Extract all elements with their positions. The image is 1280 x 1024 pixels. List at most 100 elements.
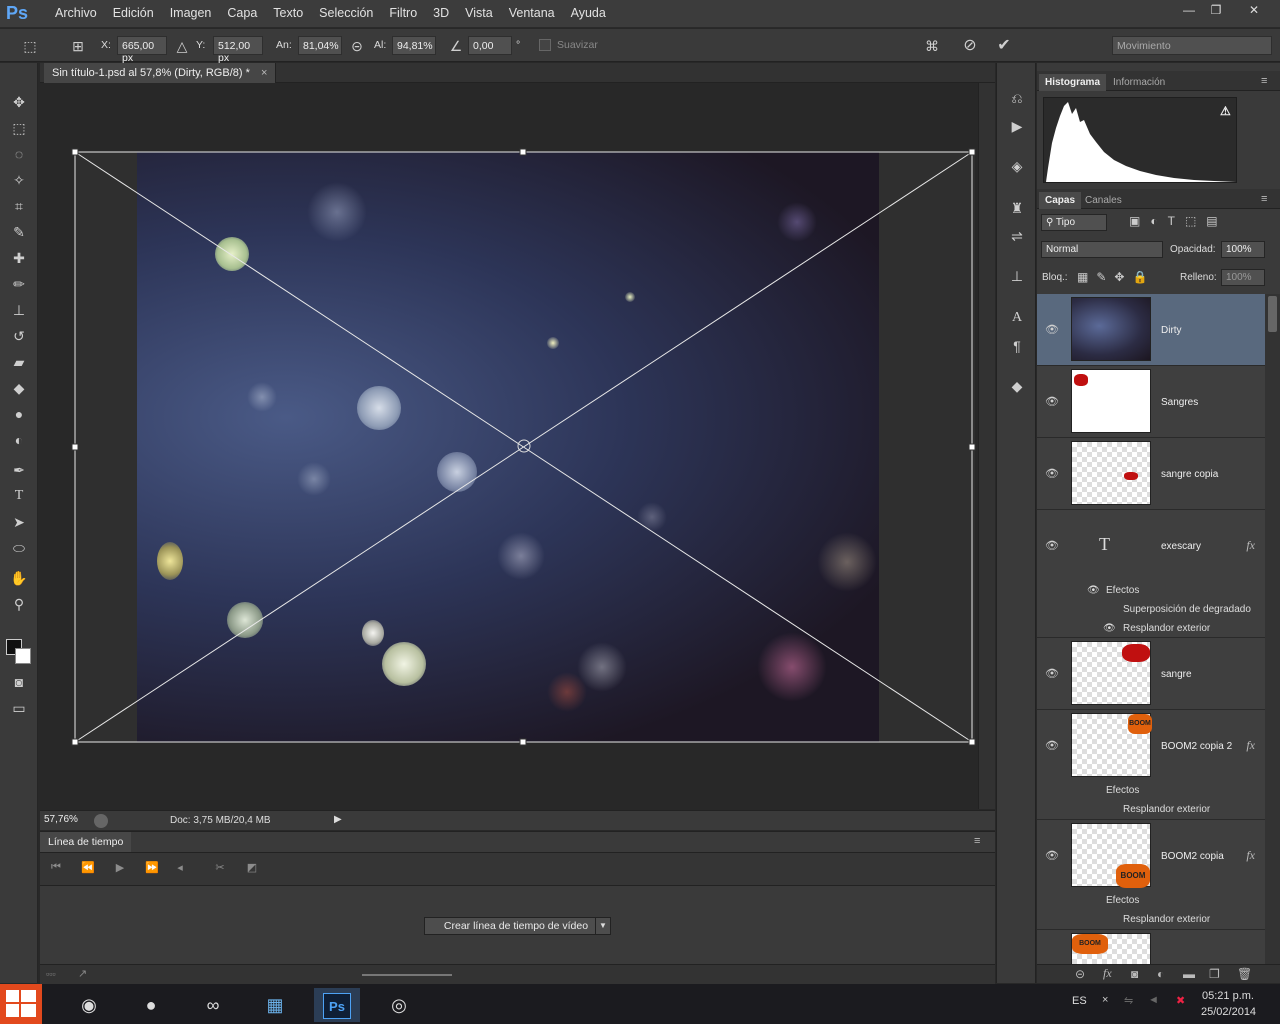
visibility-eye-icon[interactable]: 👁 <box>1045 395 1059 409</box>
visibility-eye-icon[interactable]: 👁 <box>1045 323 1059 337</box>
visibility-eye-icon[interactable]: 👁 <box>1045 849 1059 863</box>
move-tool-icon[interactable]: ✥ <box>8 91 30 113</box>
menu-seleccion[interactable]: Selección <box>311 6 381 20</box>
tray-volume-icon[interactable]: ◄ <box>1148 994 1159 1006</box>
minimize-icon[interactable]: — <box>1178 2 1200 18</box>
play-icon[interactable]: ▶ <box>110 861 130 877</box>
character-icon[interactable]: A <box>1006 307 1028 329</box>
layer-name[interactable]: exescary <box>1161 541 1201 552</box>
close-window-icon[interactable]: ✕ <box>1240 2 1268 18</box>
layer-row-partial[interactable]: BOOM <box>1037 930 1265 964</box>
menu-texto[interactable]: Texto <box>265 6 311 20</box>
effect-gradient-overlay[interactable]: Superposición de degradado <box>1123 604 1251 615</box>
warp-icon[interactable]: ⌘ <box>922 36 942 56</box>
healing-brush-icon[interactable]: ✚ <box>8 247 30 269</box>
menu-ventana[interactable]: Ventana <box>501 6 563 20</box>
layers-menu-icon[interactable]: ≡ <box>1261 193 1267 205</box>
3d-panel-icon[interactable]: ◆ <box>1006 375 1028 397</box>
first-frame-icon[interactable]: ⏮ <box>46 861 66 877</box>
zoom-level[interactable]: 57,76% <box>44 814 88 828</box>
add-mask-icon[interactable]: ◙ <box>1131 967 1138 981</box>
layer-name[interactable]: Sangres <box>1161 397 1198 408</box>
effect-outer-glow[interactable]: Resplandor exterior <box>1123 804 1210 815</box>
cancel-transform-icon[interactable]: ⊘ <box>960 36 980 56</box>
effects-label[interactable]: Efectos <box>1106 785 1139 796</box>
timeline-tab[interactable]: Línea de tiempo <box>40 832 132 852</box>
lasso-tool-icon[interactable]: ◌ <box>8 143 30 165</box>
audio-icon[interactable]: ◂ <box>170 861 190 877</box>
history-icon[interactable]: ⎌ <box>1006 87 1028 109</box>
status-menu-arrow-icon[interactable]: ▶ <box>334 814 342 825</box>
status-info-icon[interactable] <box>94 814 108 828</box>
photoshop-taskbar-icon[interactable]: Ps <box>314 988 360 1022</box>
close-tab-icon[interactable]: × <box>261 67 267 79</box>
link-layers-icon[interactable]: ⊝ <box>1075 967 1085 981</box>
new-group-icon[interactable]: ▬ <box>1183 967 1195 981</box>
tab-informacion[interactable]: Información <box>1107 74 1171 91</box>
workspace-select[interactable]: Movimiento <box>1112 36 1272 55</box>
clock-date[interactable]: 25/02/2014 <box>1201 1006 1256 1018</box>
link-icon[interactable]: ⊝ <box>347 36 367 56</box>
menu-ayuda[interactable]: Ayuda <box>563 6 614 20</box>
lock-position-icon[interactable]: ✥ <box>1114 270 1132 284</box>
eyedropper-icon[interactable]: ✎ <box>8 221 30 243</box>
height-field[interactable]: 94,81% <box>392 36 436 55</box>
bucket-tool-icon[interactable]: ◆ <box>8 377 30 399</box>
transition-icon[interactable]: ◩ <box>242 861 262 877</box>
menu-edicion[interactable]: Edición <box>105 6 162 20</box>
app-speed-icon[interactable]: ◉ <box>66 988 112 1022</box>
transform-tool-icon[interactable]: ⬚ <box>20 36 40 56</box>
menu-filtro[interactable]: Filtro <box>381 6 425 20</box>
create-video-timeline-button[interactable]: Crear línea de tiempo de vídeo <box>424 917 608 935</box>
transform-box[interactable] <box>70 146 980 748</box>
fill-field[interactable]: 100% <box>1221 269 1265 286</box>
app-blob-icon[interactable]: ● <box>128 988 174 1022</box>
tray-alert-icon[interactable]: ✖ <box>1176 994 1185 1007</box>
y-field[interactable]: 512,00 px <box>213 36 263 64</box>
paragraph-icon[interactable]: ¶ <box>1006 335 1028 357</box>
visibility-eye-icon[interactable]: 👁 <box>1045 739 1059 753</box>
blur-tool-icon[interactable]: ● <box>8 403 30 425</box>
canvas-scrollbar[interactable] <box>978 83 995 809</box>
layer-name[interactable]: BOOM2 copia 2 <box>1161 741 1232 752</box>
tool-presets-icon[interactable]: ♜ <box>1006 197 1028 219</box>
quick-mask-icon[interactable]: ◙ <box>8 671 30 693</box>
new-adjustment-icon[interactable]: ◐ <box>1157 967 1164 981</box>
clone-source-icon[interactable]: ⊥ <box>1006 265 1028 287</box>
layer-name[interactable]: sangre <box>1161 669 1192 680</box>
lock-transparency-icon[interactable]: ▦ <box>1077 270 1096 284</box>
next-frame-icon[interactable]: ⏩ <box>142 861 162 877</box>
opacity-field[interactable]: 100% <box>1221 241 1265 258</box>
layer-name[interactable]: BOOM2 copia <box>1161 851 1224 862</box>
filter-adjust-icon[interactable]: ◐ <box>1150 214 1167 228</box>
path-select-icon[interactable]: ➤ <box>8 511 30 533</box>
new-layer-icon[interactable]: ❐ <box>1209 967 1220 981</box>
blend-mode-select[interactable]: Normal <box>1041 241 1163 258</box>
visibility-eye-icon[interactable]: 👁 <box>1045 539 1059 553</box>
effect-outer-glow[interactable]: Resplandor exterior <box>1123 914 1210 925</box>
filter-type-icon[interactable]: T <box>1168 214 1185 228</box>
effects-label[interactable]: Efectos <box>1106 895 1139 906</box>
app-link-icon[interactable]: ∞ <box>190 988 236 1022</box>
layer-fx-icon[interactable]: fx <box>1246 848 1255 863</box>
magic-wand-icon[interactable]: ✧ <box>8 169 30 191</box>
stamp-tool-icon[interactable]: ⊥ <box>8 299 30 321</box>
layer-row-sangre-copia[interactable]: 👁 sangre copia <box>1037 438 1265 510</box>
eraser-tool-icon[interactable]: ▰ <box>8 351 30 373</box>
layer-fx-icon[interactable]: fx <box>1246 538 1255 553</box>
convert-icon[interactable]: ↗ <box>78 967 87 980</box>
adjustments-icon[interactable]: ◈ <box>1006 155 1028 177</box>
x-field[interactable]: 665,00 px <box>117 36 167 64</box>
history-brush-icon[interactable]: ↺ <box>8 325 30 347</box>
layer-row-exescary[interactable]: 👁 T exescary fx 👁 Efectos Superposición … <box>1037 510 1265 638</box>
lock-all-icon[interactable]: 🔒 <box>1132 270 1155 284</box>
tray-network-icon[interactable]: ⇋ <box>1124 994 1133 1007</box>
layer-row-boom2-copia[interactable]: 👁 BOOM BOOM2 copia fx Efectos Resplandor… <box>1037 820 1265 930</box>
dodge-tool-icon[interactable]: ◐ <box>8 429 30 451</box>
warning-icon[interactable]: ⚠ <box>1220 104 1231 118</box>
scissors-icon[interactable]: ✂ <box>210 861 230 877</box>
tab-histograma[interactable]: Histograma <box>1039 74 1107 91</box>
tab-capas[interactable]: Capas <box>1039 192 1082 209</box>
layer-row-sangre[interactable]: 👁 sangre <box>1037 638 1265 710</box>
width-field[interactable]: 81,04% <box>298 36 342 55</box>
